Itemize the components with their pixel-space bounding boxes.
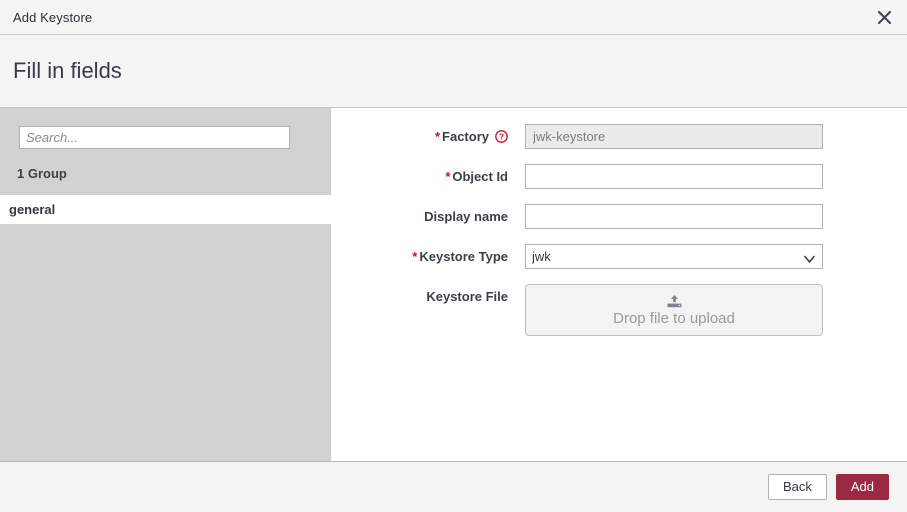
svg-text:?: ? (499, 133, 504, 142)
sidebar-top: 1 Group (0, 108, 331, 195)
sidebar-item-label: general (9, 202, 55, 217)
field-label-object-id: *Object Id (331, 164, 525, 185)
dialog-titlebar: Add Keystore (0, 0, 907, 35)
field-control-keystore-file: Drop file to upload (525, 284, 907, 336)
factory-input (525, 124, 823, 149)
search-input[interactable] (19, 126, 290, 149)
file-dropzone[interactable]: Drop file to upload (525, 284, 823, 336)
field-row-display-name: Display name (331, 204, 907, 229)
keystore-type-select[interactable]: jwk (525, 244, 823, 269)
field-label-display-name: Display name (331, 204, 525, 225)
page-title: Fill in fields (13, 58, 122, 84)
object-id-input[interactable] (525, 164, 823, 189)
group-list: general (0, 195, 331, 461)
required-marker-factory: * (435, 129, 440, 144)
field-label-text-display-name: Display name (424, 209, 508, 224)
group-sidebar: 1 Group general (0, 108, 331, 461)
field-label-factory: *Factory ? (331, 124, 525, 147)
keystore-type-select-wrapper: jwk (525, 244, 823, 269)
dialog-footer: Back Add (0, 462, 907, 512)
field-label-keystore-type: *Keystore Type (331, 244, 525, 265)
help-circle-icon[interactable]: ? (495, 130, 508, 147)
field-row-keystore-type: *Keystore Type jwk (331, 244, 907, 269)
field-label-keystore-file: Keystore File (331, 284, 525, 305)
group-count-label: 1 Group (0, 149, 331, 195)
field-control-factory (525, 124, 907, 149)
step-header: Fill in fields (0, 35, 907, 108)
form-panel: *Factory ? *Object Id (331, 108, 907, 461)
close-icon[interactable] (861, 0, 907, 34)
add-keystore-dialog: Add Keystore Fill in fields 1 Group gene… (0, 0, 907, 512)
sidebar-item-general[interactable]: general (0, 195, 331, 224)
field-control-keystore-type: jwk (525, 244, 907, 269)
field-label-text-keystore-type: Keystore Type (419, 249, 508, 264)
field-label-text-keystore-file: Keystore File (426, 289, 508, 304)
required-marker-keystore-type: * (412, 249, 417, 264)
field-row-object-id: *Object Id (331, 164, 907, 189)
dropzone-label: Drop file to upload (613, 310, 735, 328)
search-wrapper (0, 126, 331, 149)
required-marker-object-id: * (445, 169, 450, 184)
upload-icon (666, 294, 683, 309)
field-control-display-name (525, 204, 907, 229)
dialog-body: 1 Group general *Factory ? (0, 108, 907, 462)
field-row-keystore-file: Keystore File Drop file to upload (331, 284, 907, 336)
back-button[interactable]: Back (768, 474, 827, 500)
field-label-text-object-id: Object Id (452, 169, 508, 184)
add-button[interactable]: Add (836, 474, 889, 500)
field-row-factory: *Factory ? (331, 124, 907, 149)
dialog-title: Add Keystore (13, 10, 92, 25)
field-label-text-factory: Factory (442, 129, 489, 144)
field-control-object-id (525, 164, 907, 189)
display-name-input[interactable] (525, 204, 823, 229)
